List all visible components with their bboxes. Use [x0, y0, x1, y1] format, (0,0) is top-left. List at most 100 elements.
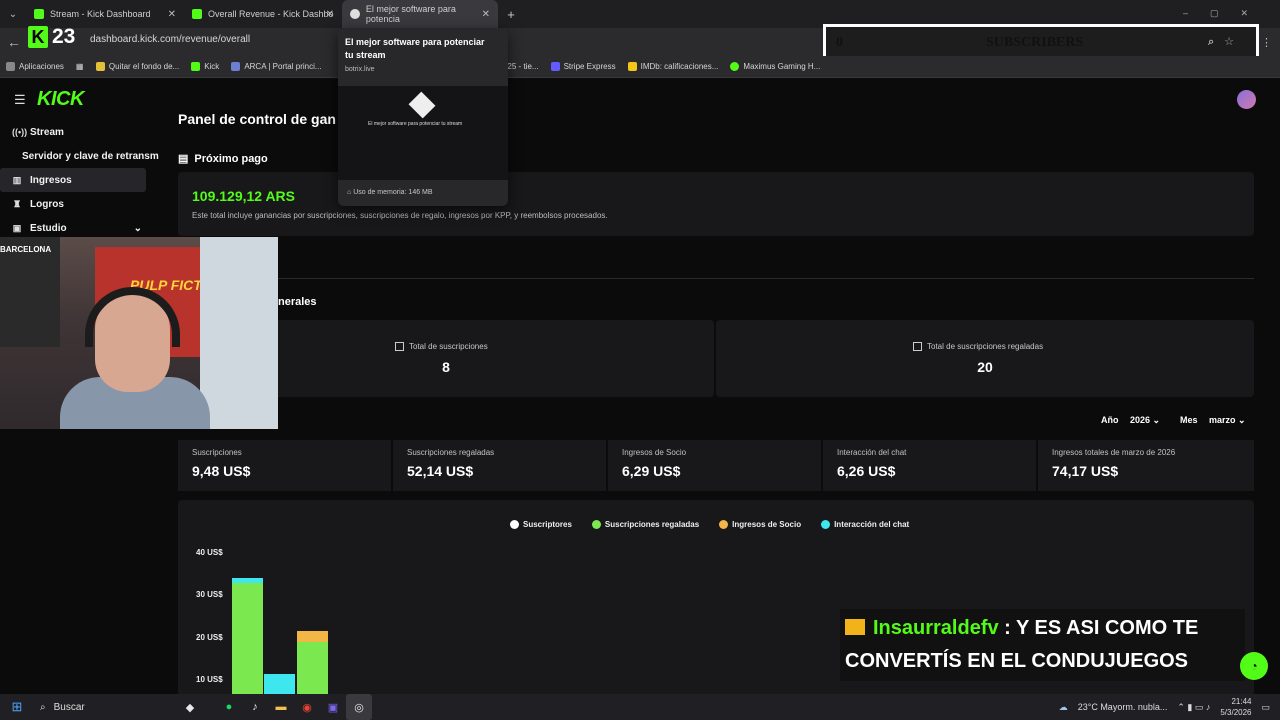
kick-favicon-icon [34, 9, 44, 19]
search-icon: ⌕ [40, 701, 46, 713]
windows-taskbar: ⊞ ⌕ Buscar ◆ ● ♪ ▬ ◉ ▣ ◎ ☁ 23°C Mayorm. n… [0, 694, 1280, 720]
chevron-down-icon: ⌄ [1152, 415, 1161, 425]
year-select[interactable]: 2026 ⌄ [1130, 415, 1160, 426]
bookmarks-bar: Aplicaciones ▦ Quitar el fondo de... Kic… [0, 56, 1280, 78]
legend-item-suscriptores[interactable]: Suscriptores [510, 520, 572, 529]
chat-overlay: Insaurraldefv : Y ES ASI COMO TE CONVERT… [840, 609, 1245, 681]
bookmark-icon [95, 62, 105, 71]
legend-item-regaladas[interactable]: Suscripciones regaladas [591, 520, 699, 529]
legend-item-socio[interactable]: Ingresos de Socio [719, 520, 801, 529]
avatar[interactable] [1237, 90, 1256, 109]
support-chat-button[interactable]: ◔ [1240, 652, 1268, 680]
bookmark-item[interactable]: IMDb: calificaciones... [622, 62, 725, 71]
flag-text: BARCELONA [0, 245, 52, 254]
new-tab-button[interactable]: + [498, 7, 524, 22]
sidebar: ((•)) Stream Servidor y clave de retransm… [0, 120, 160, 240]
metric-card: Suscripciones regaladas 52,14 US$ [393, 440, 606, 491]
bar-segment[interactable] [297, 641, 328, 694]
chat-line: CONVERTÍS EN EL CONDUJUEGOS [845, 650, 1189, 672]
weather-text[interactable]: 23°C Mayorm. nubla... [1078, 702, 1168, 712]
maximus-icon [730, 62, 740, 71]
tiktok-icon[interactable]: ♪ [242, 694, 268, 720]
chart-icon [913, 342, 922, 351]
botrix-favicon-icon [350, 9, 360, 19]
tab-hover-preview: El mejor software para potenciar tu stre… [338, 28, 508, 206]
bookmark-item[interactable]: Aplicaciones [0, 62, 70, 71]
year-label: Año [1101, 415, 1119, 425]
bookmark-item[interactable]: Maximus Gaming H... [724, 62, 826, 71]
preview-thumbnail: El mejor software para potenciar tu stre… [338, 86, 508, 180]
sidebar-item-logros[interactable]: ♜ Logros [0, 192, 160, 216]
system-tray: ☁ 23°C Mayorm. nubla... ⌃ ▮ ▭ ♪ 21:44 5/3… [1059, 694, 1270, 720]
chart-icon [395, 342, 404, 351]
preview-title: El mejor software para potenciar tu stre… [345, 37, 485, 60]
close-tab-icon[interactable]: ✕ [326, 9, 334, 20]
bar-segment[interactable] [232, 582, 263, 694]
spotify-icon[interactable]: ● [216, 694, 242, 720]
sidebar-item-ingresos[interactable]: ▥ Ingresos [0, 168, 146, 192]
bookmark-item[interactable]: Stripe Express [545, 62, 622, 71]
month-select[interactable]: marzo ⌄ [1209, 415, 1246, 426]
preview-thumbnail-text: El mejor software para potenciar tu stre… [368, 121, 463, 127]
bar-segment[interactable] [297, 631, 328, 642]
next-payment-note: Este total incluye ganancias por suscrip… [192, 211, 608, 220]
studio-icon: ▣ [12, 222, 22, 233]
follower-overlay: K 23 [28, 24, 75, 50]
game-widget-icon[interactable]: ◆ [164, 694, 216, 720]
trophy-icon: ♜ [12, 198, 22, 209]
arca-icon [231, 62, 241, 71]
app-icon[interactable]: ▣ [320, 694, 346, 720]
folder-icon[interactable]: ▬ [268, 694, 294, 720]
zoom-star-icons[interactable]: ⌕☆ [1208, 35, 1244, 49]
month-label: Mes [1180, 415, 1198, 425]
bookmark-item[interactable]: Kick [185, 62, 225, 71]
bookmark-item[interactable]: Quitar el fondo de... [90, 62, 185, 71]
tray-icons[interactable]: ⌃ ▮ ▭ ♪ [1177, 702, 1210, 713]
tab-search-dropdown-icon[interactable]: ⌄ [0, 9, 26, 20]
tab-title: El mejor software para potencia [365, 4, 456, 24]
menu-icon[interactable]: ☰ [14, 92, 26, 108]
bookmark-item[interactable]: ARCA | Portal princi... [225, 62, 327, 71]
kick-favicon-icon [192, 9, 202, 19]
sidebar-item-server-key[interactable]: Servidor y clave de retransm [0, 144, 160, 168]
kick-logo-icon: K [28, 26, 48, 48]
y-tick-label: 10 US$ [196, 675, 223, 684]
dice-icon [408, 91, 436, 119]
weather-icon: ☁ [1058, 701, 1068, 712]
total-gifted-label: Total de suscripciones regaladas [913, 342, 1043, 351]
clock[interactable]: 21:44 5/3/2026 [1220, 696, 1251, 718]
window [200, 237, 278, 429]
sidebar-item-stream[interactable]: ((•)) Stream [0, 120, 160, 144]
metric-card: Ingresos totales de marzo de 2026 74,17 U… [1038, 440, 1254, 491]
y-tick-label: 40 US$ [196, 548, 223, 557]
tab-botrix[interactable]: El mejor software para potencia ✕ [342, 0, 498, 28]
bar-segment[interactable] [264, 673, 295, 694]
obs-icon[interactable]: ◎ [346, 694, 372, 720]
grid-icon[interactable]: ▦ [70, 62, 90, 71]
chrome-icon[interactable]: ◉ [294, 694, 320, 720]
url-field[interactable]: dashboard.kick.com/revenue/overall [90, 34, 250, 45]
tab-title: Overall Revenue - Kick Dashbo [208, 9, 334, 19]
windows-start-icon[interactable]: ⊞ [0, 699, 34, 715]
divider [278, 278, 1254, 279]
crown-icon [845, 619, 865, 635]
bar-segment[interactable] [232, 578, 263, 583]
total-gifted-value: 20 [977, 359, 993, 375]
back-arrow-icon[interactable]: ← [0, 34, 28, 50]
notifications-icon[interactable]: ▭ [1261, 702, 1270, 713]
webcam-overlay: BARCELONA PULP FICTION [0, 237, 278, 429]
close-tab-icon[interactable]: ✕ [482, 9, 490, 20]
metric-card: Interacción del chat 6,26 US$ [823, 440, 1036, 491]
kick-logo[interactable]: KICK [37, 88, 84, 111]
subscribers-number: 0 [836, 34, 843, 50]
chevron-down-icon: ⌄ [133, 222, 142, 234]
window-controls[interactable]: –▢✕ [1183, 8, 1270, 19]
legend-item-chat[interactable]: Interacción del chat [821, 520, 909, 529]
tab-overall-revenue[interactable]: Overall Revenue - Kick Dashbo ✕ [184, 0, 342, 28]
taskbar-search[interactable]: ⌕ Buscar [34, 694, 164, 720]
y-tick-label: 20 US$ [196, 633, 223, 642]
close-tab-icon[interactable]: ✕ [168, 9, 176, 20]
general-heading: nerales [278, 296, 317, 308]
browser-menu-icon[interactable]: ⋮ [1261, 36, 1272, 49]
stream-icon: ((•)) [12, 127, 28, 137]
